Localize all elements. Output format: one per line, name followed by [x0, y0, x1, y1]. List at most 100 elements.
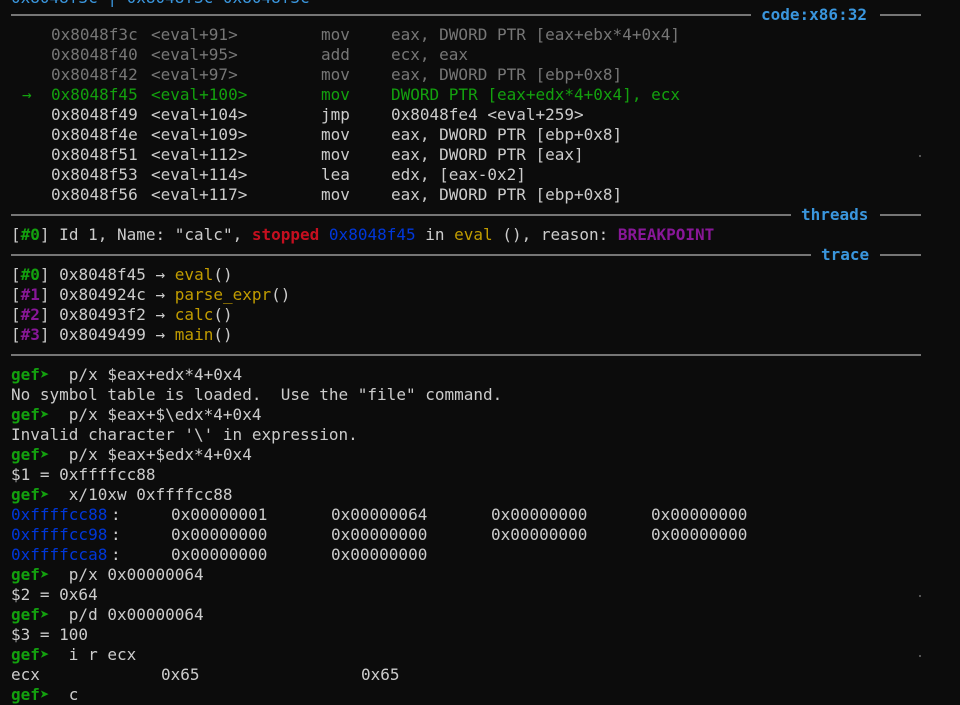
disasm-line: 0x8048f51 <eval+112> mov eax, DWORD PTR [ea… [0, 145, 960, 165]
frame-function: parse_expr [174, 285, 272, 304]
instruction-symbol: <eval+117> [151, 185, 248, 204]
instruction-operands: eax, DWORD PTR [ebp+0x8] [391, 65, 623, 84]
console-output: Invalid character '\' in expression. [11, 425, 358, 444]
console-command: i r ecx [68, 645, 137, 664]
instruction-address: 0x8048f49 [51, 105, 138, 124]
console-input[interactable]: c [69, 685, 79, 704]
scroll-marker [919, 595, 921, 597]
console-command-line: gef➤ p/x $eax+$edx*4+0x4 [11, 445, 252, 465]
instruction-operands: edx, [eax-0x2] [391, 165, 526, 184]
instruction-address: 0x8048f45 [51, 85, 138, 104]
disasm-line: 0x8048f56 <eval+117> mov eax, DWORD PTR [eb… [0, 185, 960, 205]
console-command: p/d 0x00000064 [68, 605, 204, 624]
memory-address: 0xffffcc98 [11, 525, 108, 544]
instruction-symbol: <eval+100> [151, 85, 248, 104]
memory-address: 0xffffcc88 [11, 505, 108, 524]
gef-prompt: gef➤ [11, 365, 50, 384]
scroll-marker [919, 655, 921, 657]
register-raw-value: 0x65 [361, 665, 400, 684]
disasm-line: 0x8048f42 <eval+97> mov eax, DWORD PTR [ebp… [0, 65, 960, 85]
gef-prompt: gef➤ [11, 405, 50, 424]
instruction-operands: eax, DWORD PTR [ebp+0x8] [391, 185, 623, 204]
memory-dump-row: 0xffffcc98:0x00000000 0x00000000 0x0000000… [11, 525, 748, 544]
thread-info: Id 1, Name: "calc", [49, 225, 252, 244]
frame-index: #0 [20, 265, 40, 284]
thread-function: eval [454, 225, 493, 244]
frame-index: #3 [20, 325, 40, 344]
disasm-line: 0x8048f4e <eval+109> mov eax, DWORD PTR [eb… [0, 125, 960, 145]
instruction-opcode: add [321, 45, 350, 64]
instruction-symbol: <eval+95> [151, 45, 238, 64]
instruction-address: 0x8048f3c [51, 25, 138, 44]
console-output-line: $2 = 0x64 [11, 585, 98, 605]
memory-word: 0x00000000 [171, 525, 268, 544]
console-command: p/x $eax+$\edx*4+0x4 [68, 405, 262, 424]
memory-word: 0x00000064 [331, 505, 428, 524]
instruction-symbol: <eval+114> [151, 165, 248, 184]
memory-dump-row: 0xffffcc88:0x00000001 0x00000064 0x0000000… [11, 505, 748, 524]
frame-function: main [174, 325, 214, 344]
gef-prompt: gef➤ [11, 445, 50, 464]
console-command-line: gef➤ p/x $eax+edx*4+0x4 [11, 365, 242, 385]
gef-prompt: gef➤ [11, 485, 50, 504]
instruction-symbol: <eval+91> [151, 25, 238, 44]
memory-word: 0x00000000 [491, 505, 588, 524]
instruction-operands: eax, DWORD PTR [ebp+0x8] [391, 125, 623, 144]
console-output-line: Invalid character '\' in expression. [11, 425, 358, 445]
thread-reason: BREAKPOINT [617, 225, 715, 244]
register-name: ecx [11, 665, 40, 684]
console-command-line: gef➤ x/10xw 0xffffcc88 [11, 485, 233, 505]
backtrace-frame: [#2] 0x80493f2 → calc() [11, 305, 233, 324]
instruction-symbol: <eval+109> [151, 125, 248, 144]
instruction-address: 0x8048f40 [51, 45, 138, 64]
memory-word: 0x00000000 [331, 545, 428, 564]
memory-word: 0x00000000 [651, 505, 748, 524]
console-output-line: $3 = 100 [11, 625, 88, 645]
frame-arrow: → [155, 325, 166, 344]
threads-section-label: threads [793, 205, 877, 225]
console-output-line: $1 = 0xffffcc88 [11, 465, 156, 485]
instruction-operands: eax, DWORD PTR [eax] [391, 145, 584, 164]
frame-arrow: → [155, 305, 166, 324]
console-command-line: gef➤ i r ecx [11, 645, 136, 665]
gef-prompt: gef➤ [11, 685, 50, 704]
console-command: p/x $eax+$edx*4+0x4 [68, 445, 252, 464]
console-output: $1 = 0xffffcc88 [11, 465, 156, 484]
instruction-opcode: mov [321, 85, 350, 104]
instruction-address: 0x8048f51 [51, 145, 138, 164]
instruction-opcode: mov [321, 185, 350, 204]
register-output-line: ecx 0x65 0x65 [0, 665, 960, 685]
console-output-line: No symbol table is loaded. Use the "file… [11, 385, 502, 405]
gef-prompt: gef➤ [11, 565, 50, 584]
gef-prompt: gef➤ [11, 605, 50, 624]
gef-prompt: gef➤ [11, 645, 50, 664]
memory-word: 0x00000000 [171, 545, 268, 564]
instruction-operands: 0x8048fe4 <eval+259> [391, 105, 584, 124]
frame-address: 0x8049499 [59, 325, 146, 344]
backtrace-frame: [#0] 0x8048f45 → eval() [11, 265, 233, 284]
instruction-address: 0x8048f56 [51, 185, 138, 204]
frame-arrow: → [155, 265, 166, 284]
thread-line: [#0] Id 1, Name: "calc", stopped 0x8048f… [11, 225, 715, 244]
disasm-line: → 0x8048f45 <eval+100> mov DWORD PTR [eax+ed… [0, 85, 960, 105]
memory-word: 0x00000001 [171, 505, 268, 524]
instruction-address: 0x8048f42 [51, 65, 138, 84]
disasm-line: 0x8048f49 <eval+104> jmp 0x8048fe4 <eval+25… [0, 105, 960, 125]
console-output: $2 = 0x64 [11, 585, 98, 604]
thread-address: 0x8048f45 [328, 225, 416, 244]
disasm-line: 0x8048f3c <eval+91> mov eax, DWORD PTR [eax… [0, 25, 960, 45]
register-hex-value: 0x65 [161, 665, 200, 684]
memory-word: 0x00000000 [491, 525, 588, 544]
instruction-symbol: <eval+97> [151, 65, 238, 84]
backtrace-frame: [#3] 0x8049499 → main() [11, 325, 233, 344]
memory-word: 0x00000000 [331, 525, 428, 544]
thread-index: #0 [20, 225, 40, 244]
memory-dump-row: 0xffffcca8:0x00000000 0x00000000 [11, 545, 428, 564]
frame-function: eval [174, 265, 214, 284]
trace-section-label: trace [813, 245, 878, 265]
instruction-address: 0x8048f53 [51, 165, 138, 184]
instruction-operands: eax, DWORD PTR [eax+ebx*4+0x4] [391, 25, 680, 44]
frame-function: calc [174, 305, 214, 324]
console-input-line[interactable]: gef➤ c [11, 685, 78, 705]
scroll-marker [919, 155, 921, 157]
